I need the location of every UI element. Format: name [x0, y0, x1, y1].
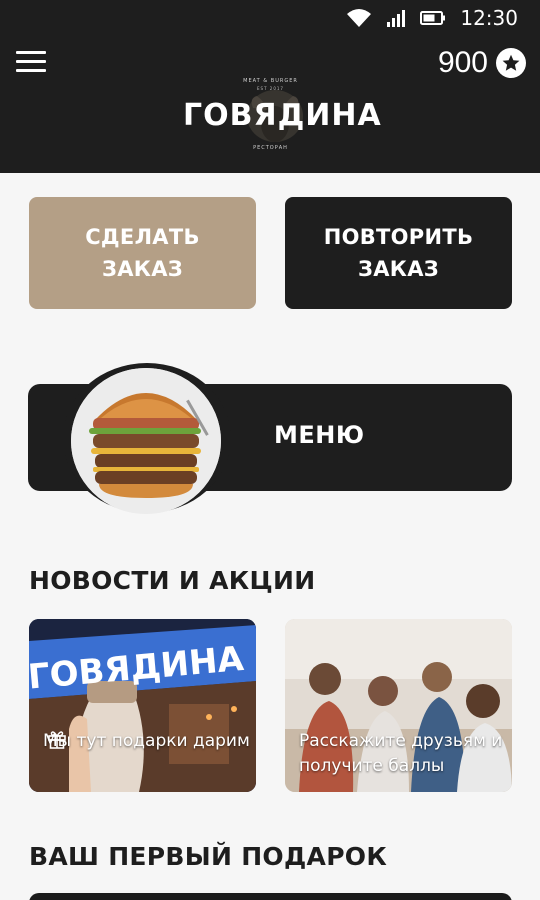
hamburger-menu-icon[interactable] [16, 51, 46, 73]
status-time: 12:30 [460, 6, 518, 30]
logo-top-text: MEAT & BURGER [243, 78, 298, 84]
first-gift-section-title: ВАШ ПЕРВЫЙ ПОДАРОК [29, 842, 388, 871]
repeat-order-button[interactable]: ПОВТОРИТЬ ЗАКАЗ [285, 197, 512, 309]
logo-name: ГОВЯДИНА [183, 98, 382, 133]
svg-text:ГОВЯДИНА: ГОВЯДИНА [29, 639, 246, 698]
news-card-friends-text: Расскажите друзьям и получите баллы [299, 731, 503, 776]
battery-icon [420, 11, 446, 25]
burger-image[interactable] [71, 368, 221, 514]
news-card-friends[interactable]: Расскажите друзьям и получите баллы [285, 619, 512, 792]
wifi-icon [347, 9, 372, 27]
signal-icon [387, 10, 406, 27]
points-balance[interactable]: 900 [438, 46, 526, 80]
storefront-sign: ГОВЯДИНА [29, 639, 246, 698]
make-order-button[interactable]: СДЕЛАТЬ ЗАКАЗ [29, 197, 256, 309]
news-card-gifts-text: Мы тут подарки дарим [43, 729, 253, 754]
news-card-gifts-label: Мы тут подарки дарим [43, 731, 250, 751]
star-icon [496, 48, 526, 78]
app-header: 900 MEAT & BURGER EST 2017 ГОВЯДИНА РЕСТ… [0, 36, 540, 173]
make-order-label: СДЕЛАТЬ ЗАКАЗ [85, 225, 200, 281]
gift-icon [48, 731, 66, 749]
news-card-gifts[interactable]: ГОВЯДИНА Мы тут подарки дарим [29, 619, 256, 792]
logo-bottom-text: РЕСТОРАН [253, 145, 288, 151]
news-section-title: НОВОСТИ И АКЦИИ [29, 566, 316, 595]
logo-est-text: EST 2017 [257, 86, 284, 91]
points-value: 900 [437, 46, 488, 79]
restaurant-logo: MEAT & BURGER EST 2017 ГОВЯДИНА РЕСТОРАН [183, 72, 382, 158]
menu-label: МЕНЮ [274, 421, 365, 449]
first-gift-card[interactable] [29, 893, 512, 900]
repeat-order-label: ПОВТОРИТЬ ЗАКАЗ [323, 225, 474, 281]
status-bar: 12:30 [0, 0, 540, 36]
